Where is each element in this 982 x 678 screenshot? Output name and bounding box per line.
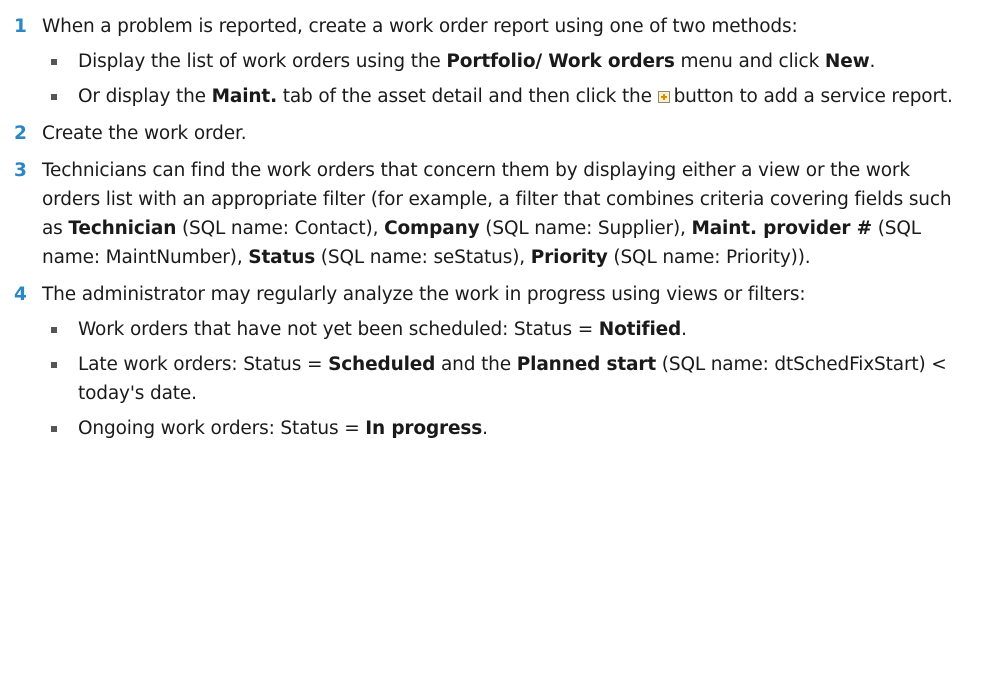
bullet-item: Ongoing work orders: Status = In progres… (42, 414, 962, 443)
step-4: 4 The administrator may regularly analyz… (14, 280, 962, 443)
step-text: The administrator may regularly analyze … (42, 284, 806, 305)
step-text: Technicians can find the work orders tha… (42, 156, 962, 272)
bullet-text: tab of the asset detail and then click t… (277, 86, 658, 107)
step-1: 1 When a problem is reported, create a w… (14, 12, 962, 111)
bullet-list: Display the list of work orders using th… (42, 47, 962, 111)
bullet-text: Or display the (78, 86, 212, 107)
bullet-marker (51, 94, 57, 100)
step-text: When a problem is reported, create a wor… (42, 16, 798, 37)
bullet-text: . (482, 418, 488, 439)
maint-tab-label: Maint. (211, 86, 278, 107)
step-3: 3 Technicians can find the work orders t… (14, 156, 962, 272)
step-number: 3 (14, 160, 27, 181)
document-page: 1 When a problem is reported, create a w… (0, 0, 982, 678)
step-text: Create the work order. (42, 123, 247, 144)
bullet-marker (51, 426, 57, 432)
bullet-text: . (869, 51, 876, 72)
field-name: Maint. provider # (691, 218, 872, 239)
field-name: Status (248, 247, 316, 268)
step-number: 4 (14, 284, 27, 305)
bullet-item: Work orders that have not yet been sched… (42, 315, 962, 344)
step-2: 2 Create the work order. (14, 119, 962, 148)
field-name: Company (384, 218, 480, 239)
step-number: 1 (14, 16, 27, 37)
menu-path: Portfolio/ Work orders (446, 51, 675, 72)
status-value: Notified (598, 319, 682, 340)
bullet-item: Display the list of work orders using th… (42, 47, 962, 76)
step-number: 2 (14, 123, 27, 144)
bullet-text: . (681, 319, 687, 340)
bullet-marker (51, 362, 57, 368)
bullet-text: Work orders that have not yet been sched… (78, 319, 599, 340)
bullet-text: and the (435, 354, 517, 375)
status-value: In progress (365, 418, 483, 439)
bullet-item: Or display the Maint. tab of the asset d… (42, 82, 962, 111)
sql-name: (SQL name: Priority)). (607, 247, 811, 268)
bullet-text: Late work orders: Status = (78, 354, 329, 375)
bullet-text: Display the list of work orders using th… (78, 51, 447, 72)
new-button-label: New (824, 51, 870, 72)
status-value: Scheduled (328, 354, 436, 375)
bullet-list: Work orders that have not yet been sched… (42, 315, 962, 443)
bullet-marker (51, 327, 57, 333)
sql-name: (SQL name: Supplier), (479, 218, 692, 239)
bullet-item: Late work orders: Status = Scheduled and… (42, 350, 962, 408)
field-name: Priority (530, 247, 608, 268)
field-name: Technician (68, 218, 177, 239)
sql-name: (SQL name: seStatus), (315, 247, 531, 268)
add-icon (657, 91, 670, 103)
field-name: Planned start (516, 354, 657, 375)
bullet-text: button to add a service report. (673, 86, 953, 107)
bullet-text: menu and click (674, 51, 825, 72)
sql-name: (SQL name: Contact), (176, 218, 385, 239)
bullet-marker (51, 59, 57, 65)
bullet-text: Ongoing work orders: Status = (78, 418, 366, 439)
